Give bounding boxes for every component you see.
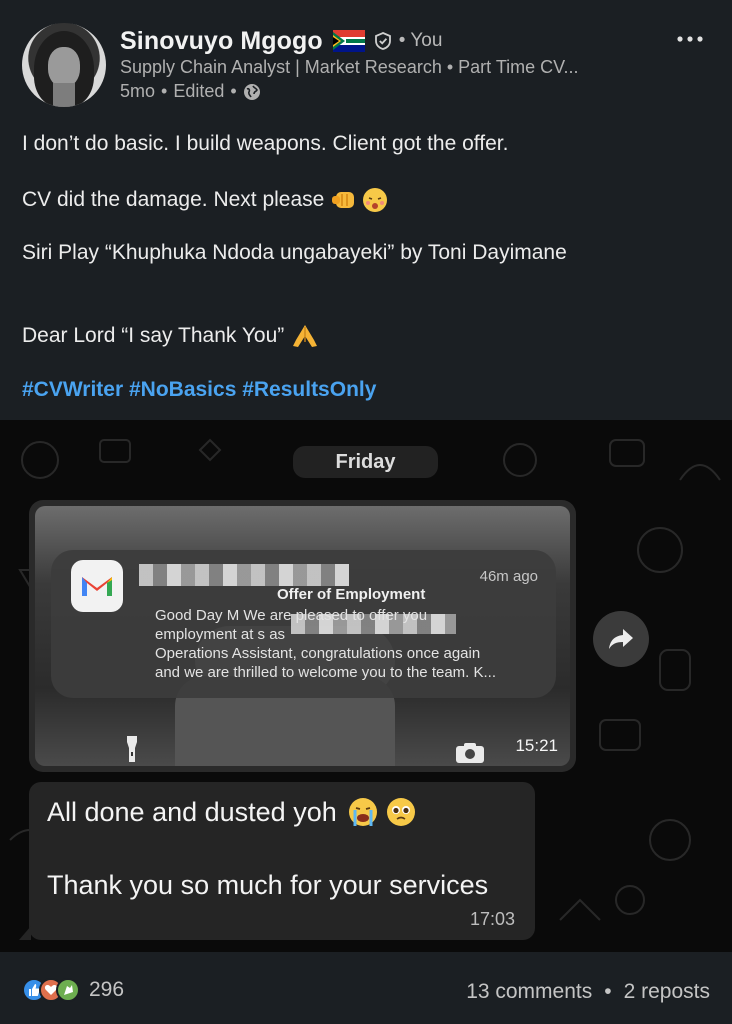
message-time: 17:03 xyxy=(469,909,515,929)
comments-count[interactable]: 13 comments xyxy=(466,980,592,1004)
photo-message-time: 15:21 xyxy=(515,736,558,755)
flashlight-icon xyxy=(127,736,137,762)
chat-day-label: Friday xyxy=(293,446,438,478)
author-headline: Supply Chain Analyst | Market Research •… xyxy=(120,57,579,77)
notification-text: Good Day M We are pleased to offer you e… xyxy=(155,607,497,681)
fist-emoji-icon xyxy=(332,192,355,208)
verified-shield-icon[interactable] xyxy=(373,31,393,51)
message-line: All done and dusted yoh xyxy=(47,796,417,828)
relation-label: • You xyxy=(398,30,443,51)
text-message-bubble[interactable]: All done and dusted yoh Thank you so muc… xyxy=(19,782,535,940)
author-name-row: Sinovuyo Mgogo • You xyxy=(120,26,442,56)
camera-icon xyxy=(456,743,484,763)
pleading-emoji-icon xyxy=(386,798,415,826)
notification-time: 46m ago xyxy=(479,568,538,585)
photo-message-bubble[interactable]: 46m ago Offer of Employment Good Day M W… xyxy=(29,500,576,772)
screenshot-photo[interactable]: 46m ago Offer of Employment Good Day M W… xyxy=(35,506,570,766)
hashtags[interactable]: #CVWriter #NoBasics #ResultsOnly xyxy=(22,378,376,402)
more-icon xyxy=(677,36,703,42)
crying-emoji-icon xyxy=(348,798,377,826)
celebrate-reaction-icon xyxy=(56,978,80,1002)
gmail-icon xyxy=(71,560,123,612)
post-text-line-with-emoji: CV did the damage. Next please xyxy=(22,186,390,214)
author-name[interactable]: Sinovuyo Mgogo xyxy=(120,27,323,56)
post-text: CV did the damage. Next please xyxy=(22,188,325,211)
reaction-count[interactable]: 296 xyxy=(89,978,124,1002)
flag-south-africa-icon xyxy=(332,30,365,52)
pray-emoji-icon xyxy=(293,325,318,347)
post-text-line-with-emoji: Dear Lord “I say Thank You” xyxy=(22,322,320,350)
post-text-line: Siri Play “Khuphuka Ndoda ungabayeki” by… xyxy=(22,241,567,264)
forward-button[interactable] xyxy=(593,611,649,667)
globe-icon xyxy=(243,83,260,100)
notification-title: Offer of Employment xyxy=(277,586,426,603)
post-text-line: I don’t do basic. I build weapons. Clien… xyxy=(22,132,509,155)
edited-label: Edited xyxy=(173,81,225,101)
author-avatar[interactable] xyxy=(22,23,106,107)
reposts-count[interactable]: 2 reposts xyxy=(624,980,710,1004)
woozy-emoji-icon xyxy=(363,188,388,212)
message-line: Thank you so much for your services xyxy=(47,870,489,900)
reactions-summary[interactable]: 296 xyxy=(22,978,124,1002)
forward-share-icon xyxy=(609,629,633,649)
more-options-button[interactable] xyxy=(675,25,705,53)
engagement-stats: 13 comments • 2 reposts xyxy=(466,980,710,1004)
social-counts-bar: 296 13 comments • 2 reposts xyxy=(0,952,732,1024)
post-time: 5mo xyxy=(120,81,156,101)
post-image[interactable]: Friday 46m ago Offer of Employment Good … xyxy=(0,420,732,952)
post-meta: 5mo • Edited • xyxy=(120,81,261,102)
post-text: Dear Lord “I say Thank You” xyxy=(22,324,285,347)
post-header-and-text: Sinovuyo Mgogo • You Supply Chain Analys… xyxy=(0,0,732,420)
gmail-notification: 46m ago Offer of Employment Good Day M W… xyxy=(51,550,556,698)
